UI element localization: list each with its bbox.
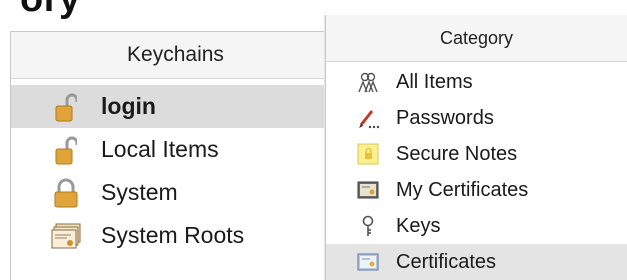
category-item-label: All Items (396, 70, 473, 93)
category-item-certificates[interactable]: Certificates (326, 244, 627, 280)
note-icon (356, 142, 380, 166)
category-item-my-certificates[interactable]: My Certificates (326, 172, 627, 208)
keychain-item-label: login (101, 93, 156, 119)
keychains-panel: Keychains login Local Items System Syste… (10, 31, 340, 280)
keychain-item-login[interactable]: login (11, 85, 340, 128)
keychain-item-system-roots[interactable]: System Roots (11, 214, 340, 257)
category-item-label: My Certificates (396, 178, 529, 201)
category-item-label: Passwords (396, 106, 494, 129)
keychain-item-label: System Roots (101, 222, 245, 248)
category-item-keys[interactable]: Keys (326, 208, 627, 244)
category-item-label: Certificates (396, 250, 497, 273)
keychain-item-local-items[interactable]: Local Items (11, 128, 340, 171)
category-item-label: Keys (396, 214, 441, 237)
category-list: All Items Passwords Secure Notes My Cert… (326, 64, 627, 280)
key-icon (356, 214, 380, 238)
category-item-secure-notes[interactable]: Secure Notes (326, 136, 627, 172)
pen-icon (356, 106, 380, 130)
certificate-icon (356, 250, 380, 274)
page-heading-fragment: ory (20, 0, 81, 21)
category-item-passwords[interactable]: Passwords (326, 100, 627, 136)
keychain-access-window: ory Keychains login (0, 0, 627, 280)
category-panel: Category All Items Passwords Secure Note… (325, 15, 627, 280)
keychain-item-label: System (101, 179, 178, 205)
certificate-stack-icon (51, 221, 81, 251)
category-header[interactable]: Category (326, 15, 627, 62)
keychains-list: login Local Items System System Roots (11, 85, 340, 257)
unlocked-padlock-icon (51, 92, 81, 122)
unlocked-padlock-icon (51, 135, 81, 165)
keychain-item-label: Local Items (101, 136, 219, 162)
keychain-item-system[interactable]: System (11, 171, 340, 214)
my-certificate-icon (356, 178, 380, 202)
category-item-label: Secure Notes (396, 142, 518, 165)
locked-padlock-icon (51, 178, 81, 208)
category-item-all-items[interactable]: All Items (326, 64, 627, 100)
keychains-header[interactable]: Keychains (11, 32, 340, 79)
people-icon (356, 70, 380, 94)
